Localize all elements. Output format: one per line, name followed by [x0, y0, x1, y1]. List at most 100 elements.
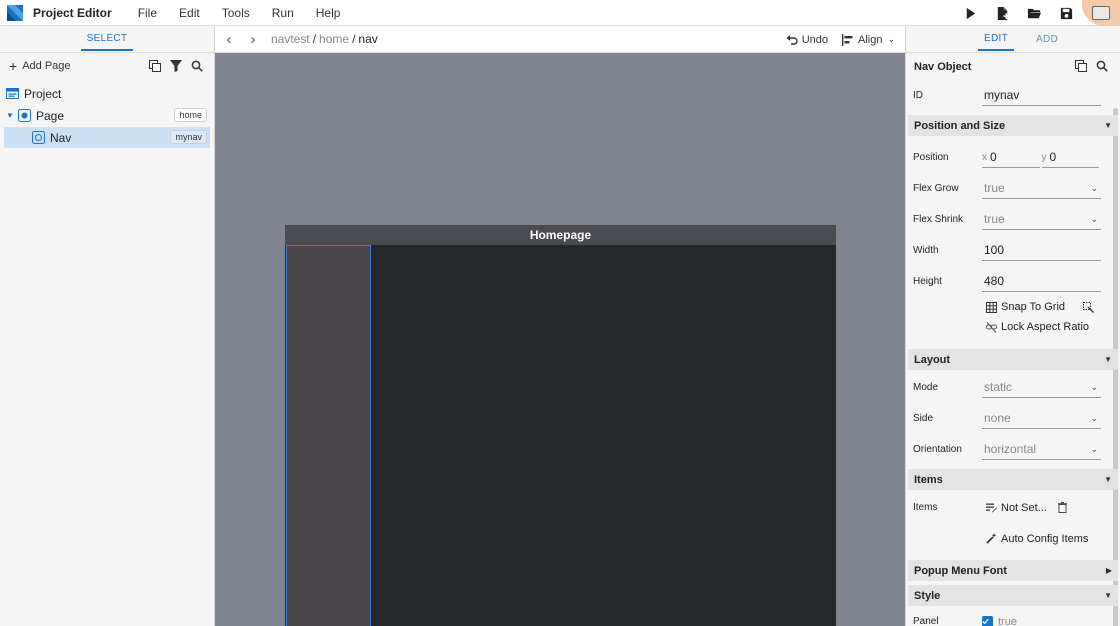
search-properties-button[interactable]	[1091, 58, 1112, 74]
nav-icon	[32, 131, 45, 144]
prop-position: Position x0 y0	[906, 142, 1120, 173]
nav-element[interactable]	[286, 245, 371, 626]
editor-toolbar: ‹ › navtest / home / nav Undo Align ⌄	[215, 26, 905, 53]
project-icon	[6, 88, 19, 99]
align-button[interactable]: Align ⌄	[841, 33, 895, 46]
caret-down-icon: ▼	[1104, 121, 1112, 130]
flex-shrink-select[interactable]: true ⌄	[982, 210, 1101, 230]
position-y-input[interactable]: y0	[1041, 148, 1099, 168]
menu-tools[interactable]: Tools	[222, 6, 250, 20]
expand-caret-icon[interactable]: ▼	[4, 111, 16, 120]
prop-width: Width 100	[906, 235, 1120, 266]
orientation-select[interactable]: horizontal ⌄	[982, 440, 1101, 460]
snap-to-grid-button[interactable]: Snap To Grid	[906, 297, 1120, 317]
align-label: Align	[857, 33, 883, 46]
mode-select[interactable]: static ⌄	[982, 378, 1101, 398]
undo-label: Undo	[801, 33, 828, 46]
chevron-down-icon: ⌄	[887, 34, 895, 44]
run-button[interactable]	[954, 0, 986, 26]
prop-label: ID	[913, 90, 923, 101]
prop-label: Height	[913, 276, 942, 287]
lock-aspect-ratio-button[interactable]: Lock Aspect Ratio	[906, 317, 1120, 337]
height-input[interactable]: 480	[982, 272, 1101, 292]
app-title: Project Editor	[33, 5, 112, 20]
properties-panel: EDIT ADD Nav Object ID mynav Position an…	[905, 26, 1120, 626]
auto-config-label: Auto Config Items	[1001, 532, 1089, 545]
tree-item-nav[interactable]: Nav mynav	[4, 127, 210, 148]
duplicate-object-button[interactable]	[1070, 58, 1091, 74]
width-input[interactable]: 100	[982, 241, 1101, 261]
chevron-down-icon: ⌄	[1090, 412, 1098, 423]
menubar: Project Editor File Edit Tools Run Help	[0, 0, 1120, 26]
prop-flex-shrink: Flex Shrink true ⌄	[906, 204, 1120, 235]
prop-items: Items Not Set...	[906, 492, 1120, 523]
prop-label: Width	[913, 245, 939, 256]
tab-select[interactable]: SELECT	[80, 27, 134, 51]
left-tabs: SELECT	[0, 26, 214, 53]
chevron-down-icon: ⌄	[1090, 182, 1098, 193]
prop-label: Position	[913, 152, 949, 163]
design-canvas[interactable]: Homepage	[215, 53, 905, 626]
menu-edit[interactable]: Edit	[179, 6, 200, 20]
open-folder-button[interactable]	[1018, 0, 1050, 26]
position-x-input[interactable]: x0	[982, 148, 1040, 168]
tab-edit[interactable]: EDIT	[978, 27, 1014, 51]
object-header-icons	[1070, 58, 1112, 74]
prop-id: ID mynav	[906, 80, 1120, 111]
snap-label: Snap To Grid	[1001, 301, 1066, 313]
preview-button[interactable]	[1082, 0, 1120, 26]
resize-icon[interactable]	[1083, 301, 1094, 313]
tab-add[interactable]: ADD	[1030, 28, 1064, 50]
duplicate-button[interactable]	[144, 57, 165, 75]
forward-button[interactable]: ›	[243, 29, 263, 49]
menu-help[interactable]: Help	[316, 6, 341, 20]
add-page-button[interactable]: + Add Page	[9, 59, 71, 73]
prop-height: Height 480	[906, 266, 1120, 297]
page-preview[interactable]: Homepage	[285, 225, 836, 626]
position-y-value: 0	[1049, 150, 1057, 164]
side-select[interactable]: none ⌄	[982, 409, 1101, 429]
menu-run[interactable]: Run	[272, 6, 294, 20]
trash-icon[interactable]	[1057, 502, 1068, 513]
panel-checkbox-row[interactable]: true	[906, 612, 1120, 626]
select-value: static	[984, 380, 1013, 394]
add-page-label: Add Page	[22, 60, 71, 72]
app-logo-icon	[7, 4, 23, 21]
tree-item-project[interactable]: Project	[4, 83, 210, 104]
new-file-button[interactable]	[986, 0, 1018, 26]
right-tabs: EDIT ADD	[906, 26, 1120, 53]
select-value: none	[984, 411, 1011, 425]
section-style[interactable]: Style ▼	[908, 585, 1118, 606]
auto-config-items-button[interactable]: Auto Config Items	[906, 523, 1120, 554]
search-button[interactable]	[186, 57, 207, 75]
align-icon	[841, 33, 853, 46]
tree-label: Project	[24, 86, 62, 101]
id-input[interactable]: mynav	[982, 86, 1101, 106]
flex-grow-select[interactable]: true ⌄	[982, 179, 1101, 199]
breadcrumb-page[interactable]: home	[319, 32, 349, 46]
object-title: Nav Object	[914, 60, 972, 73]
filter-button[interactable]	[165, 57, 186, 75]
section-position-size[interactable]: Position and Size ▼	[908, 115, 1118, 136]
menu-file[interactable]: File	[138, 6, 157, 20]
undo-button[interactable]: Undo	[786, 34, 828, 46]
section-popup-menu-font[interactable]: Popup Menu Font ▶	[908, 560, 1118, 581]
breadcrumb: navtest / home / nav	[271, 32, 378, 46]
items-edit-button[interactable]: Not Set...	[906, 498, 1120, 518]
preview-icon	[1092, 6, 1110, 20]
select-value: true	[984, 212, 1005, 226]
panel-checkbox[interactable]	[982, 616, 993, 626]
magic-wand-icon	[986, 533, 997, 544]
section-layout[interactable]: Layout ▼	[908, 349, 1118, 370]
tree-item-page[interactable]: ▼ Page home	[4, 105, 210, 126]
caret-down-icon: ▼	[1104, 475, 1112, 484]
editor-actions: Undo Align ⌄	[772, 26, 895, 53]
back-button[interactable]: ‹	[219, 29, 239, 49]
chevron-down-icon: ⌄	[1090, 213, 1098, 224]
save-button[interactable]	[1050, 0, 1082, 26]
y-axis-label: y	[1041, 151, 1047, 163]
folder-open-icon	[1027, 8, 1041, 18]
breadcrumb-project[interactable]: navtest	[271, 32, 310, 46]
section-title: Popup Menu Font	[914, 564, 1007, 577]
section-items[interactable]: Items ▼	[908, 469, 1118, 490]
